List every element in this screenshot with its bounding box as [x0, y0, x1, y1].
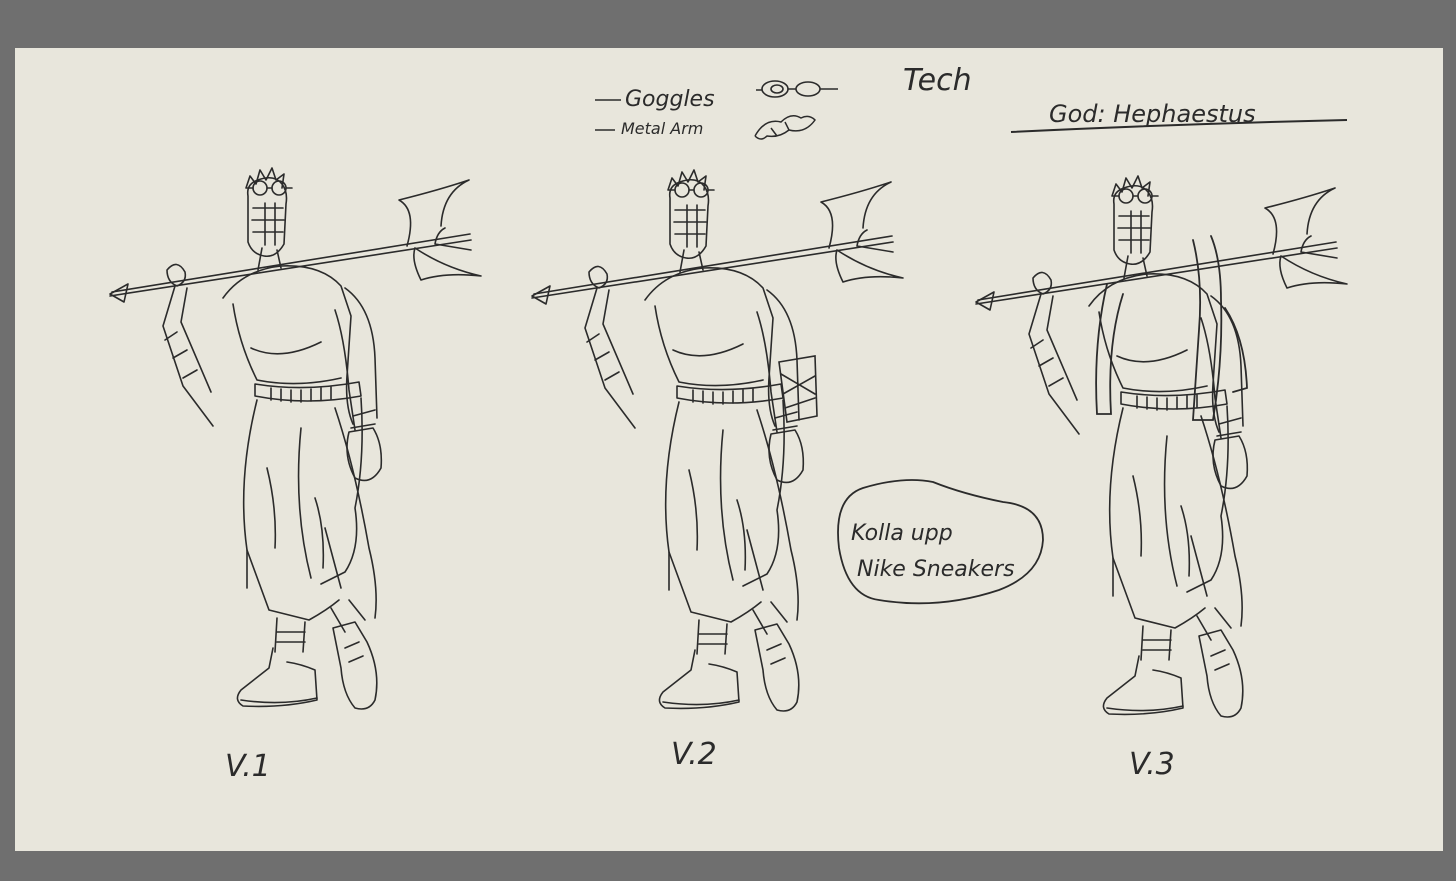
- metal-arm-note: Metal Arm: [621, 119, 703, 138]
- sketch-canvas: Goggles Metal Arm Tech God: Hephaestus K…: [15, 48, 1443, 851]
- version-label-v1: V.1: [225, 749, 271, 784]
- version-label-v2: V.2: [671, 737, 717, 772]
- bubble-line-1: Kolla upp: [851, 521, 953, 546]
- bubble-line-2: Nike Sneakers: [857, 557, 1015, 582]
- character-sketch-v1: [109, 167, 482, 710]
- character-sketch-v3: [975, 175, 1348, 718]
- character-sketch-v2: [531, 169, 904, 712]
- sketch-drawing: Goggles Metal Arm Tech God: Hephaestus K…: [109, 63, 1348, 784]
- tech-note: Tech: [903, 63, 972, 98]
- metal-arm-doodle: [754, 115, 816, 140]
- goggles-doodle: [756, 80, 838, 98]
- god-note: God: Hephaestus: [1049, 100, 1256, 128]
- goggles-note: Goggles: [625, 87, 715, 112]
- version-label-v3: V.3: [1129, 747, 1175, 782]
